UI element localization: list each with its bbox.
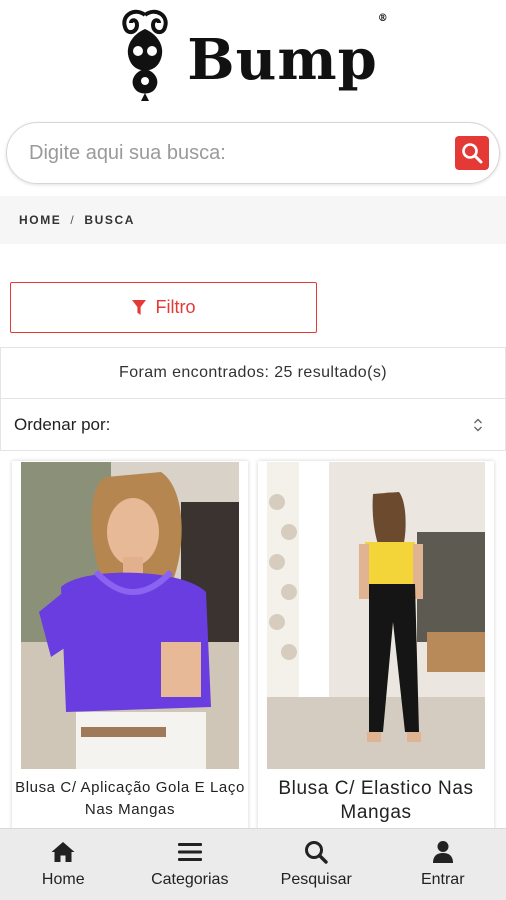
brand-logo-icon[interactable] [117, 9, 173, 103]
user-icon [432, 841, 453, 863]
product-title[interactable]: Blusa C/ Elastico Nas Mangas [258, 777, 494, 825]
sort-label: Ordenar por: [14, 414, 111, 434]
brand-wordmark[interactable]: Bump® [187, 14, 388, 89]
menu-icon [177, 843, 202, 861]
bottom-navigation: Home Categorias Pesquisar Entrar [0, 828, 506, 900]
product-image-yellow-top[interactable] [267, 462, 485, 769]
filter-label: Filtro [155, 297, 196, 317]
breadcrumb: HOME / BUSCA [0, 196, 506, 244]
breadcrumb-home-link[interactable]: HOME [19, 213, 61, 227]
nav-home[interactable]: Home [0, 829, 127, 900]
product-card[interactable]: Blusa C/ Aplicação Gola E Laço Nas Manga… [12, 461, 248, 831]
sort-select[interactable]: Ordenar por: [0, 398, 506, 451]
product-image-purple-blouse[interactable] [21, 462, 239, 769]
results-text: Foram encontrados: 25 resultado(s) [119, 364, 387, 381]
filter-icon [131, 299, 146, 315]
breadcrumb-current: BUSCA [84, 213, 136, 227]
product-card[interactable]: Blusa C/ Elastico Nas Mangas [258, 461, 494, 831]
nav-categorias[interactable]: Categorias [127, 829, 254, 900]
breadcrumb-separator: / [70, 213, 76, 227]
nav-pesquisar-label: Pesquisar [280, 871, 352, 888]
search-icon [462, 143, 483, 164]
filter-button[interactable]: Filtro [10, 282, 317, 333]
search-icon [305, 841, 328, 864]
nav-home-label: Home [41, 871, 85, 888]
results-count: Foram encontrados: 25 resultado(s) [0, 347, 506, 399]
nav-entrar-label: Entrar [420, 871, 465, 888]
site-header: Bump ® [0, 0, 506, 112]
nav-pesquisar[interactable]: Pesquisar [253, 829, 380, 900]
home-icon [51, 842, 75, 862]
sort-chevrons-icon [474, 418, 482, 431]
search-input[interactable] [29, 141, 455, 165]
brand-name: Bump [187, 27, 378, 93]
product-title[interactable]: Blusa C/ Aplicação Gola E Laço Nas Manga… [12, 777, 248, 821]
nav-categorias-label: Categorias [151, 871, 229, 888]
search-bar [6, 122, 500, 184]
search-button[interactable] [455, 136, 489, 170]
registered-mark: ® [377, 13, 389, 24]
nav-entrar[interactable]: Entrar [380, 829, 506, 900]
